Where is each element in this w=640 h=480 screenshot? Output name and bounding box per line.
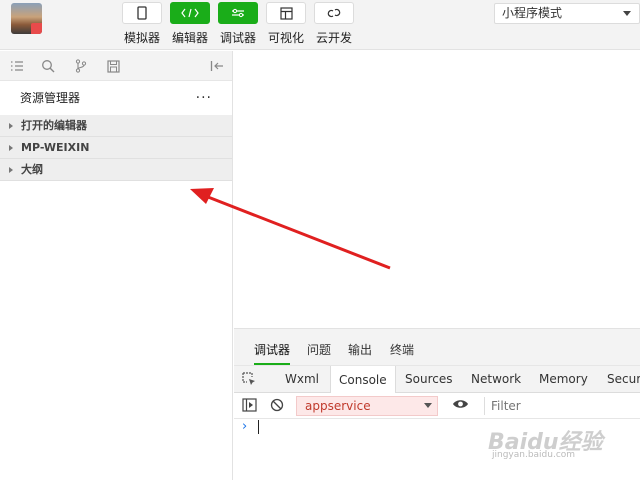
mode-select-value: 小程序模式 [502, 6, 563, 20]
filter-field[interactable] [484, 397, 640, 415]
simulator-button[interactable] [122, 2, 162, 24]
editor-tool[interactable]: 编辑器 [170, 2, 210, 46]
tab-output[interactable]: 输出 [348, 341, 372, 358]
cloud-tool[interactable]: 云开发 [314, 2, 354, 46]
search-icon[interactable] [40, 58, 56, 74]
clear-console-icon[interactable] [270, 398, 284, 415]
avatar-badge [31, 23, 42, 34]
tab-problems[interactable]: 问题 [307, 341, 331, 358]
console-prompt-icon: › [242, 419, 248, 434]
devtools-tabs: 调试器 问题 输出 终端 [234, 329, 640, 365]
cloud-link-icon [327, 8, 341, 18]
tab-debugger[interactable]: 调试器 [254, 341, 291, 365]
section-project[interactable]: MP-WEIXIN [0, 137, 232, 159]
eye-icon[interactable] [452, 398, 469, 413]
more-options-icon[interactable]: ··· [196, 81, 212, 115]
chevron-right-icon [9, 167, 13, 173]
section-open-editors[interactable]: 打开的编辑器 [0, 115, 232, 137]
console-toolbar: appservice [234, 393, 640, 419]
console-cursor[interactable] [258, 420, 259, 434]
sidebar-toggle-icon[interactable] [242, 398, 257, 415]
sidebar: 资源管理器 ··· 打开的编辑器 MP-WEIXIN 大纲 [0, 51, 233, 480]
context-select[interactable]: appservice [296, 396, 438, 416]
collapse-sidebar-icon[interactable] [209, 58, 225, 74]
mode-select[interactable]: 小程序模式 [494, 3, 640, 24]
visual-tool[interactable]: 可视化 [266, 2, 306, 46]
filter-input[interactable] [491, 397, 631, 415]
panel-tab-network[interactable]: Network [471, 372, 521, 386]
explorer-title: 资源管理器 [20, 91, 81, 105]
inspect-element-icon[interactable] [242, 372, 257, 390]
section-outline[interactable]: 大纲 [0, 159, 232, 181]
code-icon [181, 8, 199, 18]
list-icon[interactable] [9, 58, 25, 74]
visual-button[interactable] [266, 2, 306, 24]
context-select-value: appservice [305, 399, 371, 413]
debugger-button[interactable] [218, 2, 258, 24]
devtools-panel: 调试器 问题 输出 终端 Wxml Console Sources Networ… [234, 328, 640, 480]
phone-icon [137, 6, 147, 20]
debugger-tool[interactable]: 调试器 [218, 2, 258, 46]
debug-icon [232, 8, 244, 18]
tab-terminal[interactable]: 终端 [390, 341, 414, 358]
panel-tab-console[interactable]: Console [330, 366, 396, 394]
sidebar-toolbar [0, 51, 232, 81]
avatar[interactable] [11, 3, 42, 34]
chevron-right-icon [9, 123, 13, 129]
panel-tab-security[interactable]: Securi [607, 372, 640, 386]
cloud-label: 云开发 [315, 31, 352, 45]
explorer-header: 资源管理器 ··· [0, 81, 232, 115]
simulator-tool[interactable]: 模拟器 [122, 2, 162, 46]
chevron-down-icon [623, 11, 631, 16]
layout-icon [279, 6, 293, 20]
chevron-down-icon [424, 403, 432, 408]
panel-tab-memory[interactable]: Memory [539, 372, 588, 386]
save-icon[interactable] [105, 58, 121, 74]
git-branch-icon[interactable] [73, 58, 89, 74]
section-label: 大纲 [21, 163, 43, 176]
panel-tabs: Wxml Console Sources Network Memory Secu… [234, 365, 640, 394]
section-label: MP-WEIXIN [21, 141, 90, 154]
cloud-button[interactable] [314, 2, 354, 24]
top-toolbar: 模拟器 编辑器 调试器 可视化 云开发 小程序模式 [0, 0, 640, 50]
section-label: 打开的编辑器 [21, 119, 87, 132]
editor-button[interactable] [170, 2, 210, 24]
chevron-right-icon [9, 145, 13, 151]
panel-tab-wxml[interactable]: Wxml [285, 372, 319, 386]
panel-tab-sources[interactable]: Sources [405, 372, 452, 386]
watermark-url: jingyan.baidu.com [492, 450, 576, 460]
